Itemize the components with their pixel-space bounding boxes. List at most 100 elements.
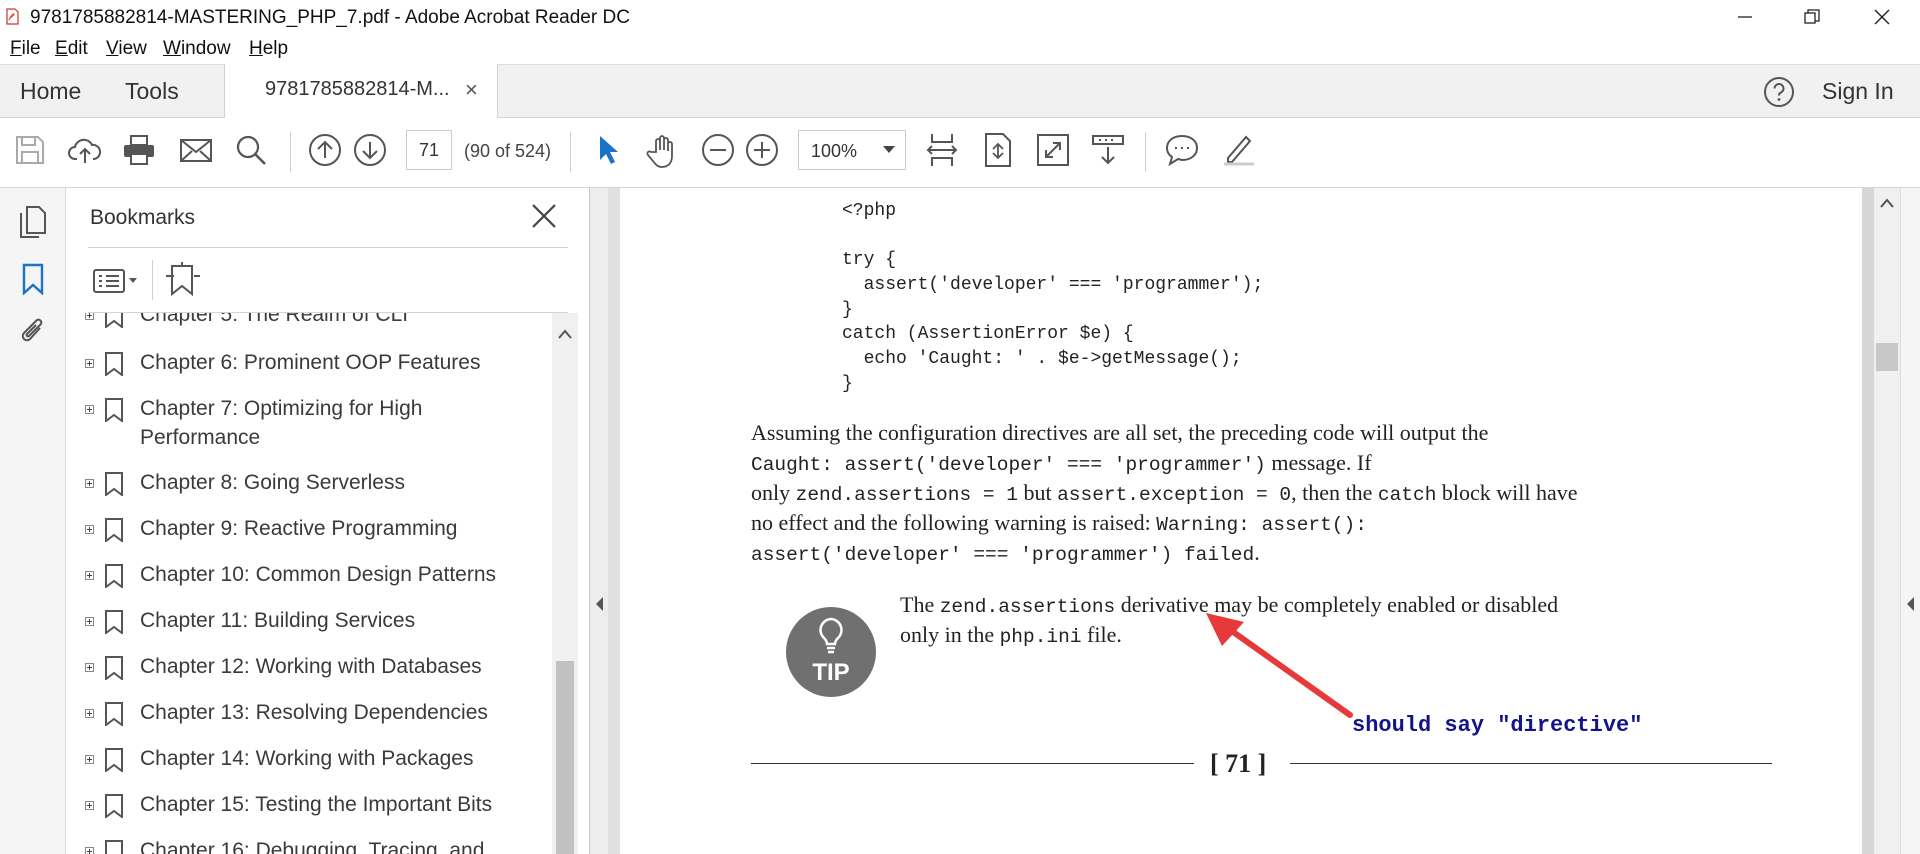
bookmark-label: Chapter 10: Common Design Patterns: [140, 563, 497, 586]
zoom-dropdown[interactable]: 100%: [798, 130, 906, 170]
zoom-out-icon[interactable]: [698, 130, 738, 170]
close-tab-button[interactable]: ×: [465, 77, 478, 103]
save-icon[interactable]: [10, 130, 50, 170]
bookmarks-title: Bookmarks: [90, 206, 196, 229]
scrollbar-thumb[interactable]: [556, 661, 574, 854]
inline-code: catch: [1377, 484, 1437, 506]
bookmark-label: Chapter 14: Working with Packages: [140, 747, 474, 770]
full-screen-icon[interactable]: [1033, 130, 1073, 170]
code-line: }: [842, 300, 853, 320]
bookmark-label: Chapter 15: Testing the Important Bits: [140, 793, 493, 816]
page-number: [ 71 ]: [1210, 749, 1267, 778]
expand-icon[interactable]: [85, 405, 94, 414]
expand-icon[interactable]: [85, 525, 94, 534]
panel-splitter[interactable]: [590, 188, 608, 854]
restore-button[interactable]: [1782, 0, 1842, 34]
bookmark-flag-icon: [105, 702, 123, 726]
body-text: message. If: [1265, 450, 1372, 475]
bookmark-flag-icon: [105, 794, 123, 818]
body-text: file.: [1081, 622, 1122, 647]
bookmarks-icon[interactable]: [14, 260, 52, 298]
bookmarks-scrollbar[interactable]: [552, 313, 578, 854]
code-line: }: [842, 374, 853, 394]
menu-window[interactable]: Window: [163, 38, 231, 60]
pdf-file-icon: [6, 8, 19, 25]
expand-right-pane-icon[interactable]: [1905, 596, 1915, 612]
page-thumbnails-icon[interactable]: [14, 203, 52, 241]
expand-icon[interactable]: [85, 755, 94, 764]
hand-tool-icon[interactable]: [643, 130, 683, 170]
expand-icon[interactable]: [85, 847, 94, 854]
previous-page-icon[interactable]: [305, 130, 345, 170]
menu-help[interactable]: Help: [249, 38, 288, 60]
zoom-in-icon[interactable]: [742, 130, 782, 170]
fit-page-icon[interactable]: [978, 130, 1018, 170]
expand-icon[interactable]: [85, 617, 94, 626]
scrollbar-thumb[interactable]: [1876, 343, 1898, 371]
body-text-line: Caught: assert('developer' === 'programm…: [751, 450, 1372, 476]
page-number-input[interactable]: 71: [406, 130, 452, 170]
close-window-button[interactable]: [1852, 0, 1912, 34]
page-gutter: [608, 188, 620, 854]
minimize-button[interactable]: [1715, 0, 1775, 34]
help-icon[interactable]: [1763, 76, 1795, 108]
chevron-up-icon[interactable]: [1880, 198, 1894, 208]
document-scrollbar[interactable]: [1874, 188, 1900, 854]
bookmark-label: Chapter 5: The Realm of CLI: [140, 313, 409, 326]
body-text: .: [1254, 540, 1260, 565]
highlight-pen-icon[interactable]: [1218, 130, 1258, 170]
code-line: assert('developer' === 'programmer');: [842, 275, 1264, 295]
close-panel-icon[interactable]: [528, 200, 560, 232]
bookmark-label: Chapter 6: Prominent OOP Features: [140, 351, 481, 374]
divider: [152, 260, 153, 300]
body-text: only in the: [900, 622, 1000, 647]
tab-home[interactable]: Home: [20, 78, 81, 105]
tip-text-line: only in the php.ini file.: [900, 622, 1122, 648]
search-icon[interactable]: [231, 130, 271, 170]
new-bookmark-icon[interactable]: [162, 260, 202, 300]
title-bar: 9781785882814-MASTERING_PHP_7.pdf - Adob…: [0, 0, 1920, 34]
menu-view[interactable]: View: [106, 38, 147, 60]
collapse-left-icon[interactable]: [594, 596, 604, 612]
email-icon[interactable]: [176, 130, 216, 170]
attachments-icon[interactable]: [14, 312, 52, 350]
expand-icon[interactable]: [85, 709, 94, 718]
expand-icon[interactable]: [85, 359, 94, 368]
expand-icon[interactable]: [85, 571, 94, 580]
menu-file[interactable]: File: [10, 38, 41, 60]
tip-badge: TIP: [786, 607, 876, 697]
menu-edit[interactable]: Edit: [55, 38, 88, 60]
bookmark-options-icon[interactable]: [92, 266, 140, 296]
next-page-icon[interactable]: [350, 130, 390, 170]
bookmark-label: Chapter 11: Building Services: [140, 609, 416, 632]
bookmark-list: Chapter 5: The Realm of CLI Chapter 6: P…: [70, 313, 552, 854]
body-text: , then the: [1291, 480, 1378, 505]
toolbar-separator: [1145, 132, 1146, 172]
body-text-line: Assuming the configuration directives ar…: [751, 420, 1488, 446]
fit-width-icon[interactable]: [922, 130, 962, 170]
body-text-line: assert('developer' === 'programmer') fai…: [751, 540, 1260, 566]
body-text: The: [900, 592, 940, 617]
select-cursor-icon[interactable]: [588, 130, 628, 170]
body-text: only: [751, 480, 796, 505]
cloud-upload-icon[interactable]: [65, 130, 105, 170]
expand-icon[interactable]: [85, 313, 94, 320]
tip-label: TIP: [812, 659, 850, 686]
tab-document[interactable]: 9781785882814-M... ×: [224, 64, 498, 119]
tab-tools[interactable]: Tools: [125, 78, 179, 105]
divider: [88, 247, 568, 248]
expand-icon[interactable]: [85, 663, 94, 672]
expand-icon[interactable]: [85, 801, 94, 810]
body-text-line: only zend.assertions = 1 but assert.exce…: [751, 480, 1578, 506]
code-line: echo 'Caught: ' . $e->getMessage();: [842, 349, 1242, 369]
right-pane-toggle[interactable]: [1900, 188, 1920, 854]
chevron-up-icon[interactable]: [558, 329, 572, 339]
scroll-mode-icon[interactable]: [1088, 130, 1128, 170]
comment-icon[interactable]: [1162, 130, 1202, 170]
chevron-down-icon: [883, 146, 895, 153]
inline-code: php.ini: [999, 626, 1082, 648]
sign-in-link[interactable]: Sign In: [1822, 78, 1894, 105]
inline-code: zend.assertions: [939, 596, 1116, 618]
expand-icon[interactable]: [85, 479, 94, 488]
print-icon[interactable]: [119, 130, 159, 170]
